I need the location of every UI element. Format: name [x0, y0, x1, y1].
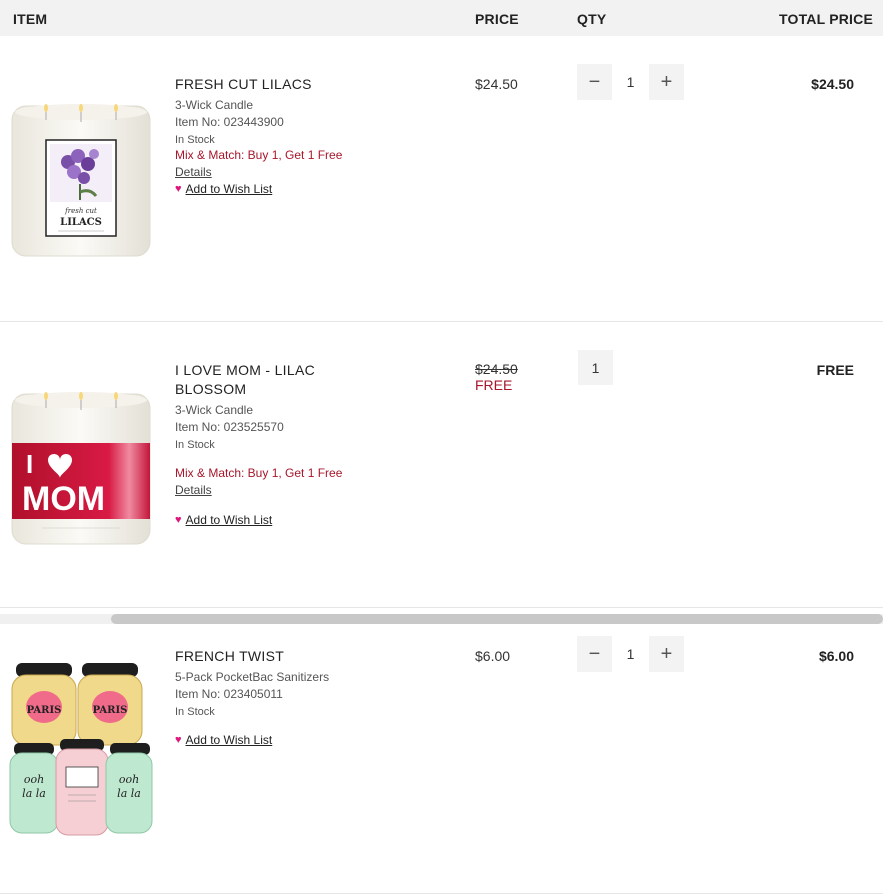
minus-icon[interactable]: −	[577, 636, 612, 672]
line-total: FREE	[816, 362, 854, 378]
product-item-number: Item No: 023405011	[175, 687, 283, 701]
product-name[interactable]: I LOVE MOM - LILAC BLOSSOM	[175, 361, 335, 399]
candle-label-i: I	[26, 449, 33, 479]
candle-label-title: LILACS	[60, 217, 102, 228]
wish-list-label: Add to Wish List	[185, 513, 273, 527]
product-type: 3-Wick Candle	[175, 98, 254, 112]
svg-text:ooh: ooh	[119, 773, 139, 786]
original-price: $24.50	[475, 361, 518, 377]
unit-price: $6.00	[475, 648, 511, 664]
wish-list-label: Add to Wish List	[185, 182, 273, 196]
quantity-value[interactable]: 1	[612, 64, 649, 100]
quantity-value[interactable]: 1	[612, 636, 649, 672]
horizontal-scrollbar-thumb[interactable]	[111, 614, 883, 624]
add-to-wish-list-link[interactable]: ♥ Add to Wish List	[175, 513, 272, 527]
product-image-mom-candle[interactable]: I MOM	[8, 388, 154, 548]
line-total: $6.00	[818, 648, 854, 664]
heart-icon: ♥	[175, 183, 182, 195]
product-image-pocketbac-pack[interactable]: PARIS PARIS ooh la la ooh la la	[8, 655, 154, 840]
promo-text: Mix & Match: Buy 1, Get 1 Free	[175, 466, 343, 480]
heart-icon: ♥	[175, 734, 182, 746]
product-item-number: Item No: 023525570	[175, 420, 284, 434]
candle-label-script: fresh cut	[64, 207, 97, 215]
product-type: 3-Wick Candle	[175, 403, 254, 417]
column-header-item: ITEM	[13, 11, 48, 27]
column-header-price: PRICE	[475, 11, 519, 27]
row-divider	[0, 321, 883, 322]
column-header-qty: QTY	[577, 11, 607, 27]
quantity-stepper: − 1 +	[577, 636, 684, 672]
plus-icon[interactable]: +	[649, 636, 684, 672]
wish-list-label: Add to Wish List	[185, 733, 273, 747]
product-item-number: Item No: 023443900	[175, 115, 284, 129]
cart-table-header: ITEM PRICE QTY TOTAL PRICE	[0, 0, 883, 36]
promo-text: Mix & Match: Buy 1, Get 1 Free	[175, 148, 343, 162]
line-total: $24.50	[811, 76, 854, 92]
candle-label-mom: MOM	[22, 480, 105, 518]
stock-status: In Stock	[175, 439, 215, 451]
heart-icon: ♥	[175, 514, 182, 526]
quantity-stepper: − 1 +	[577, 64, 684, 100]
svg-text:ooh: ooh	[24, 773, 44, 786]
plus-icon[interactable]: +	[649, 64, 684, 100]
product-image-lilacs-candle[interactable]: fresh cut LILACS	[8, 100, 154, 260]
sale-price: FREE	[475, 377, 513, 393]
svg-text:la la: la la	[117, 787, 141, 800]
add-to-wish-list-link[interactable]: ♥ Add to Wish List	[175, 733, 272, 747]
svg-text:la la: la la	[22, 787, 46, 800]
stock-status: In Stock	[175, 706, 215, 718]
unit-price: $24.50	[475, 76, 518, 92]
quantity-value: 1	[578, 350, 613, 385]
details-link[interactable]: Details	[175, 165, 212, 179]
svg-text:PARIS: PARIS	[27, 705, 62, 716]
product-name[interactable]: FRENCH TWIST	[175, 647, 335, 666]
row-divider	[0, 607, 883, 608]
stock-status: In Stock	[175, 134, 215, 146]
minus-icon[interactable]: −	[577, 64, 612, 100]
svg-text:PARIS: PARIS	[93, 705, 128, 716]
details-link[interactable]: Details	[175, 483, 212, 497]
product-name[interactable]: FRESH CUT LILACS	[175, 75, 335, 94]
add-to-wish-list-link[interactable]: ♥ Add to Wish List	[175, 182, 272, 196]
column-header-total-price: TOTAL PRICE	[779, 11, 873, 27]
product-type: 5-Pack PocketBac Sanitizers	[175, 670, 330, 684]
